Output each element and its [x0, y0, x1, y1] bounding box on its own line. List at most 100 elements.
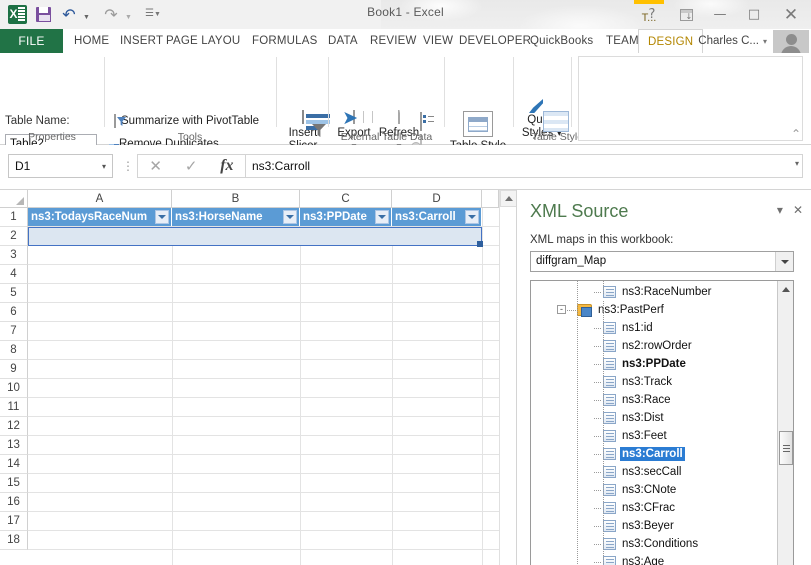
- cancel-icon[interactable]: ✕: [149, 157, 162, 175]
- tab-page-layout[interactable]: PAGE LAYOU: [157, 29, 249, 53]
- xml-tree-item[interactable]: ns3:Carroll: [603, 445, 685, 463]
- xml-tree-item[interactable]: ns3:CFrac: [603, 499, 677, 517]
- xml-element-icon: [603, 394, 616, 406]
- pivot-table-icon: [114, 114, 116, 128]
- restore-button[interactable]: □: [737, 0, 771, 29]
- column-header-a[interactable]: A: [28, 190, 172, 208]
- xml-element-icon: [603, 484, 616, 496]
- select-all-corner[interactable]: [0, 190, 28, 208]
- xml-tree-item[interactable]: ns2:rowOrder: [603, 337, 694, 355]
- xml-tree-item[interactable]: ns3:Beyer: [603, 517, 676, 535]
- xml-tree-item[interactable]: ns1:id: [603, 319, 655, 337]
- tree-connector: [594, 508, 602, 509]
- row-header-3[interactable]: 3: [0, 246, 28, 265]
- xml-tree-item[interactable]: ns3:Age: [603, 553, 666, 565]
- ribbon-display-options-button[interactable]: ↓: [669, 0, 703, 29]
- row-header-15[interactable]: 15: [0, 474, 28, 493]
- xml-tree-item-label: ns3:RaceNumber: [622, 286, 712, 298]
- worksheet-grid[interactable]: ABCD 1 2 3 4 5 6 7 8 9 10 11 12 13 14 15 16 17 18 ns3:Tod…: [0, 189, 516, 565]
- row-header-2[interactable]: 2: [0, 227, 28, 246]
- column-header-b[interactable]: B: [172, 190, 300, 208]
- summarize-label: Summarize with PivotTable: [121, 115, 260, 127]
- pane-options-icon[interactable]: ▾: [777, 203, 783, 217]
- collapse-ribbon-button[interactable]: ⌃: [791, 127, 801, 141]
- column-header-d[interactable]: D: [392, 190, 482, 208]
- xml-tree-item-label: ns3:Track: [622, 376, 673, 388]
- ribbon: Table Name: Table2 Resize Table Properti…: [0, 53, 811, 174]
- tree-connector: [594, 346, 602, 347]
- tree-expander-icon[interactable]: -: [557, 305, 566, 314]
- xml-element-icon: [603, 286, 616, 298]
- xml-tree-item[interactable]: ns3:secCall: [603, 463, 683, 481]
- group-separator-6: [571, 57, 572, 127]
- formula-input[interactable]: ns3:Carroll: [245, 154, 803, 178]
- tree-connector: [603, 281, 604, 295]
- account-name-label: Charles C...: [698, 35, 759, 47]
- xml-tree-item[interactable]: ns3:PastPerf: [577, 301, 666, 319]
- row-header-12[interactable]: 12: [0, 417, 28, 436]
- tree-connector: [594, 328, 602, 329]
- fill-handle[interactable]: [477, 241, 483, 247]
- scroll-up-icon[interactable]: [500, 190, 516, 207]
- row-header-11[interactable]: 11: [0, 398, 28, 417]
- row-header-16[interactable]: 16: [0, 493, 28, 512]
- xml-tree-item[interactable]: ns3:Feet: [603, 427, 669, 445]
- row-header-14[interactable]: 14: [0, 455, 28, 474]
- table-styles-gallery[interactable]: [578, 56, 803, 141]
- xml-tree-item-label: ns3:PastPerf: [598, 304, 664, 316]
- expand-formula-bar-icon[interactable]: ▾: [795, 159, 799, 168]
- connection-properties-button[interactable]: [420, 112, 422, 131]
- scroll-up-icon[interactable]: [778, 281, 793, 297]
- tab-file[interactable]: FILE: [0, 29, 63, 53]
- close-icon[interactable]: ✕: [793, 203, 803, 217]
- filter-dropdown-icon[interactable]: [375, 210, 389, 224]
- grid-line-horizontal: [28, 340, 499, 341]
- row-header-13[interactable]: 13: [0, 436, 28, 455]
- chevron-down-icon[interactable]: [775, 252, 793, 271]
- xml-element-tree[interactable]: ns3:RaceNumber ns3:PastPerf - ns1:id ns2:row…: [530, 280, 794, 565]
- row-header-17[interactable]: 17: [0, 512, 28, 531]
- close-button[interactable]: ✕: [771, 0, 811, 29]
- tab-design[interactable]: DESIGN: [638, 29, 704, 54]
- tab-data[interactable]: DATA: [319, 29, 367, 53]
- row-header-4[interactable]: 4: [0, 265, 28, 284]
- account-name[interactable]: Charles C... ▾: [698, 29, 767, 53]
- table-header-cell[interactable]: ns3:TodaysRaceNum: [28, 208, 172, 226]
- grid-line-horizontal: [28, 416, 499, 417]
- xml-tree-scrollbar[interactable]: [777, 281, 793, 565]
- column-header-e[interactable]: [482, 190, 499, 208]
- column-header-c[interactable]: C: [300, 190, 392, 208]
- filter-dropdown-icon[interactable]: [465, 210, 479, 224]
- row-header-10[interactable]: 10: [0, 379, 28, 398]
- xml-tree-item[interactable]: ns3:Conditions: [603, 535, 700, 553]
- xml-tree-item[interactable]: ns3:Race: [603, 391, 673, 409]
- table-header-cell[interactable]: ns3:HorseName: [172, 208, 300, 226]
- row-header-6[interactable]: 6: [0, 303, 28, 322]
- sheet-vertical-scrollbar[interactable]: [499, 190, 516, 565]
- row-header-1[interactable]: 1: [0, 208, 28, 227]
- tab-formulas[interactable]: FORMULAS: [243, 29, 327, 53]
- xml-tree-item[interactable]: ns3:PPDate: [603, 355, 688, 373]
- xml-tree-item[interactable]: ns3:Track: [603, 373, 674, 391]
- xml-tree-item[interactable]: ns3:Dist: [603, 409, 666, 427]
- row-header-8[interactable]: 8: [0, 341, 28, 360]
- row-header-9[interactable]: 9: [0, 360, 28, 379]
- xml-tree-item[interactable]: ns3:RaceNumber: [603, 283, 713, 301]
- filter-dropdown-icon[interactable]: [155, 210, 169, 224]
- filter-dropdown-icon[interactable]: [283, 210, 297, 224]
- grid-line-horizontal: [28, 264, 499, 265]
- name-box[interactable]: D1 ▾: [8, 154, 113, 178]
- xml-map-select[interactable]: diffgram_Map: [530, 251, 794, 272]
- summarize-with-pivottable-button[interactable]: Summarize with PivotTable: [114, 114, 260, 128]
- row-header-18[interactable]: 18: [0, 531, 28, 550]
- confirm-icon[interactable]: ✓: [185, 157, 198, 175]
- group-separator-2: [276, 57, 277, 127]
- minimize-button[interactable]: —: [703, 0, 737, 29]
- row-header-5[interactable]: 5: [0, 284, 28, 303]
- scrollbar-thumb[interactable]: [779, 431, 793, 465]
- row-header-7[interactable]: 7: [0, 322, 28, 341]
- xml-tree-item[interactable]: ns3:CNote: [603, 481, 678, 499]
- insert-function-icon[interactable]: fx: [220, 157, 233, 175]
- tab-quickbooks[interactable]: QuickBooks: [521, 29, 602, 53]
- help-button[interactable]: ?: [635, 0, 669, 29]
